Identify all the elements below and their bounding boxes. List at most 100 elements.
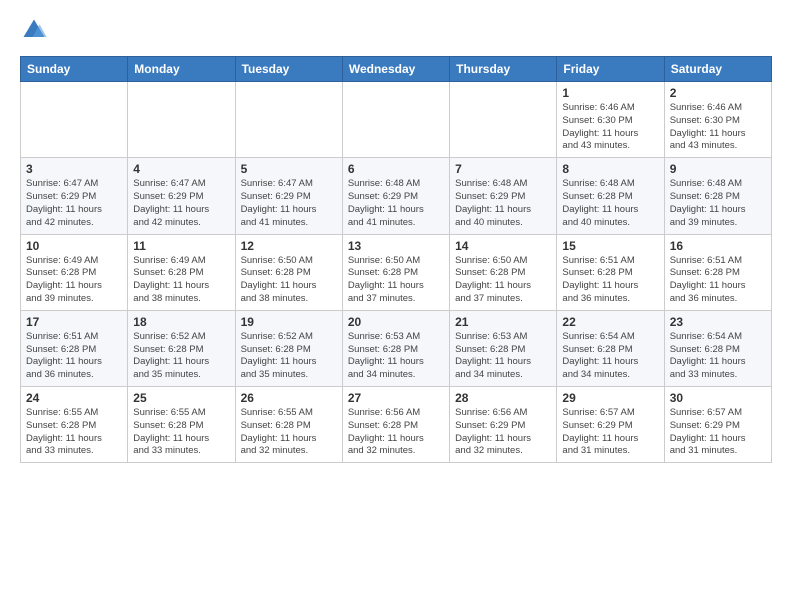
- day-number: 30: [670, 391, 766, 405]
- calendar-cell: 24 Sunrise: 6:55 AM Sunset: 6:28 PM Dayli…: [21, 387, 128, 463]
- day-info: Sunrise: 6:47 AM Sunset: 6:29 PM Dayligh…: [26, 178, 122, 229]
- calendar-header-thursday: Thursday: [450, 57, 557, 82]
- calendar-cell: [450, 82, 557, 158]
- day-info: Sunrise: 6:54 AM Sunset: 6:28 PM Dayligh…: [562, 331, 658, 382]
- day-number: 23: [670, 315, 766, 329]
- day-info: Sunrise: 6:55 AM Sunset: 6:28 PM Dayligh…: [133, 407, 229, 458]
- day-info: Sunrise: 6:48 AM Sunset: 6:28 PM Dayligh…: [562, 178, 658, 229]
- day-number: 7: [455, 162, 551, 176]
- day-number: 9: [670, 162, 766, 176]
- calendar-cell: 16 Sunrise: 6:51 AM Sunset: 6:28 PM Dayli…: [664, 234, 771, 310]
- calendar-header-saturday: Saturday: [664, 57, 771, 82]
- day-info: Sunrise: 6:51 AM Sunset: 6:28 PM Dayligh…: [670, 255, 766, 306]
- calendar-week-row: 10 Sunrise: 6:49 AM Sunset: 6:28 PM Dayli…: [21, 234, 772, 310]
- day-number: 4: [133, 162, 229, 176]
- day-number: 17: [26, 315, 122, 329]
- day-number: 8: [562, 162, 658, 176]
- day-number: 2: [670, 86, 766, 100]
- calendar-cell: 28 Sunrise: 6:56 AM Sunset: 6:29 PM Dayli…: [450, 387, 557, 463]
- calendar-cell: 13 Sunrise: 6:50 AM Sunset: 6:28 PM Dayli…: [342, 234, 449, 310]
- day-number: 16: [670, 239, 766, 253]
- day-number: 13: [348, 239, 444, 253]
- calendar-cell: 8 Sunrise: 6:48 AM Sunset: 6:28 PM Daylig…: [557, 158, 664, 234]
- day-info: Sunrise: 6:48 AM Sunset: 6:29 PM Dayligh…: [348, 178, 444, 229]
- day-info: Sunrise: 6:48 AM Sunset: 6:29 PM Dayligh…: [455, 178, 551, 229]
- day-number: 5: [241, 162, 337, 176]
- day-info: Sunrise: 6:51 AM Sunset: 6:28 PM Dayligh…: [26, 331, 122, 382]
- day-number: 15: [562, 239, 658, 253]
- calendar-cell: 15Sunrise: 6:51 AM Sunset: 6:28 PM Dayli…: [557, 234, 664, 310]
- calendar-header-monday: Monday: [128, 57, 235, 82]
- day-number: 21: [455, 315, 551, 329]
- calendar-cell: [128, 82, 235, 158]
- day-number: 25: [133, 391, 229, 405]
- day-number: 12: [241, 239, 337, 253]
- day-info: Sunrise: 6:50 AM Sunset: 6:28 PM Dayligh…: [348, 255, 444, 306]
- calendar-cell: 2 Sunrise: 6:46 AM Sunset: 6:30 PM Daylig…: [664, 82, 771, 158]
- calendar-header-row: SundayMondayTuesdayWednesdayThursdayFrid…: [21, 57, 772, 82]
- day-number: 3: [26, 162, 122, 176]
- day-info: Sunrise: 6:57 AM Sunset: 6:29 PM Dayligh…: [562, 407, 658, 458]
- day-info: Sunrise: 6:50 AM Sunset: 6:28 PM Dayligh…: [455, 255, 551, 306]
- calendar-header-tuesday: Tuesday: [235, 57, 342, 82]
- day-number: 29: [562, 391, 658, 405]
- calendar-week-row: 24 Sunrise: 6:55 AM Sunset: 6:28 PM Dayli…: [21, 387, 772, 463]
- calendar-cell: 12 Sunrise: 6:50 AM Sunset: 6:28 PM Dayli…: [235, 234, 342, 310]
- calendar-cell: 17 Sunrise: 6:51 AM Sunset: 6:28 PM Dayli…: [21, 310, 128, 386]
- calendar-cell: 25 Sunrise: 6:55 AM Sunset: 6:28 PM Dayli…: [128, 387, 235, 463]
- day-number: 10: [26, 239, 122, 253]
- day-number: 18: [133, 315, 229, 329]
- day-number: 6: [348, 162, 444, 176]
- calendar-cell: [235, 82, 342, 158]
- logo-icon: [20, 16, 48, 44]
- day-number: 28: [455, 391, 551, 405]
- calendar-cell: 21 Sunrise: 6:53 AM Sunset: 6:28 PM Dayli…: [450, 310, 557, 386]
- calendar-cell: 9Sunrise: 6:48 AM Sunset: 6:28 PM Daylig…: [664, 158, 771, 234]
- day-info: Sunrise: 6:52 AM Sunset: 6:28 PM Dayligh…: [133, 331, 229, 382]
- calendar-table: SundayMondayTuesdayWednesdayThursdayFrid…: [20, 56, 772, 463]
- day-info: Sunrise: 6:49 AM Sunset: 6:28 PM Dayligh…: [26, 255, 122, 306]
- day-number: 14: [455, 239, 551, 253]
- calendar-cell: 22 Sunrise: 6:54 AM Sunset: 6:28 PM Dayli…: [557, 310, 664, 386]
- day-info: Sunrise: 6:50 AM Sunset: 6:28 PM Dayligh…: [241, 255, 337, 306]
- header: [20, 16, 772, 44]
- day-info: Sunrise: 6:46 AM Sunset: 6:30 PM Dayligh…: [670, 102, 766, 153]
- calendar-cell: 11 Sunrise: 6:49 AM Sunset: 6:28 PM Dayli…: [128, 234, 235, 310]
- day-info: Sunrise: 6:57 AM Sunset: 6:29 PM Dayligh…: [670, 407, 766, 458]
- calendar-cell: 18 Sunrise: 6:52 AM Sunset: 6:28 PM Dayli…: [128, 310, 235, 386]
- calendar-cell: 19 Sunrise: 6:52 AM Sunset: 6:28 PM Dayli…: [235, 310, 342, 386]
- day-number: 26: [241, 391, 337, 405]
- calendar-cell: 20 Sunrise: 6:53 AM Sunset: 6:28 PM Dayli…: [342, 310, 449, 386]
- calendar-header-friday: Friday: [557, 57, 664, 82]
- calendar-header-sunday: Sunday: [21, 57, 128, 82]
- day-info: Sunrise: 6:47 AM Sunset: 6:29 PM Dayligh…: [241, 178, 337, 229]
- page-container: SundayMondayTuesdayWednesdayThursdayFrid…: [0, 0, 792, 473]
- day-number: 20: [348, 315, 444, 329]
- calendar-cell: 23 Sunrise: 6:54 AM Sunset: 6:28 PM Dayli…: [664, 310, 771, 386]
- calendar-cell: 29 Sunrise: 6:57 AM Sunset: 6:29 PM Dayli…: [557, 387, 664, 463]
- day-info: Sunrise: 6:54 AM Sunset: 6:28 PM Dayligh…: [670, 331, 766, 382]
- day-info: Sunrise: 6:53 AM Sunset: 6:28 PM Dayligh…: [348, 331, 444, 382]
- day-number: 27: [348, 391, 444, 405]
- calendar-cell: 3 Sunrise: 6:47 AM Sunset: 6:29 PM Daylig…: [21, 158, 128, 234]
- day-info: Sunrise: 6:49 AM Sunset: 6:28 PM Dayligh…: [133, 255, 229, 306]
- calendar-week-row: 3 Sunrise: 6:47 AM Sunset: 6:29 PM Daylig…: [21, 158, 772, 234]
- day-info: Sunrise: 6:56 AM Sunset: 6:29 PM Dayligh…: [455, 407, 551, 458]
- day-number: 22: [562, 315, 658, 329]
- calendar-cell: 26 Sunrise: 6:55 AM Sunset: 6:28 PM Dayli…: [235, 387, 342, 463]
- calendar-week-row: 1Sunrise: 6:46 AM Sunset: 6:30 PM Daylig…: [21, 82, 772, 158]
- day-info: Sunrise: 6:46 AM Sunset: 6:30 PM Dayligh…: [562, 102, 658, 153]
- calendar-header-wednesday: Wednesday: [342, 57, 449, 82]
- calendar-cell: 6 Sunrise: 6:48 AM Sunset: 6:29 PM Daylig…: [342, 158, 449, 234]
- day-info: Sunrise: 6:52 AM Sunset: 6:28 PM Dayligh…: [241, 331, 337, 382]
- calendar-cell: 30 Sunrise: 6:57 AM Sunset: 6:29 PM Dayli…: [664, 387, 771, 463]
- day-info: Sunrise: 6:47 AM Sunset: 6:29 PM Dayligh…: [133, 178, 229, 229]
- day-number: 11: [133, 239, 229, 253]
- day-info: Sunrise: 6:55 AM Sunset: 6:28 PM Dayligh…: [26, 407, 122, 458]
- day-info: Sunrise: 6:55 AM Sunset: 6:28 PM Dayligh…: [241, 407, 337, 458]
- day-number: 19: [241, 315, 337, 329]
- day-number: 24: [26, 391, 122, 405]
- day-info: Sunrise: 6:53 AM Sunset: 6:28 PM Dayligh…: [455, 331, 551, 382]
- calendar-cell: 1Sunrise: 6:46 AM Sunset: 6:30 PM Daylig…: [557, 82, 664, 158]
- calendar-cell: 14 Sunrise: 6:50 AM Sunset: 6:28 PM Dayli…: [450, 234, 557, 310]
